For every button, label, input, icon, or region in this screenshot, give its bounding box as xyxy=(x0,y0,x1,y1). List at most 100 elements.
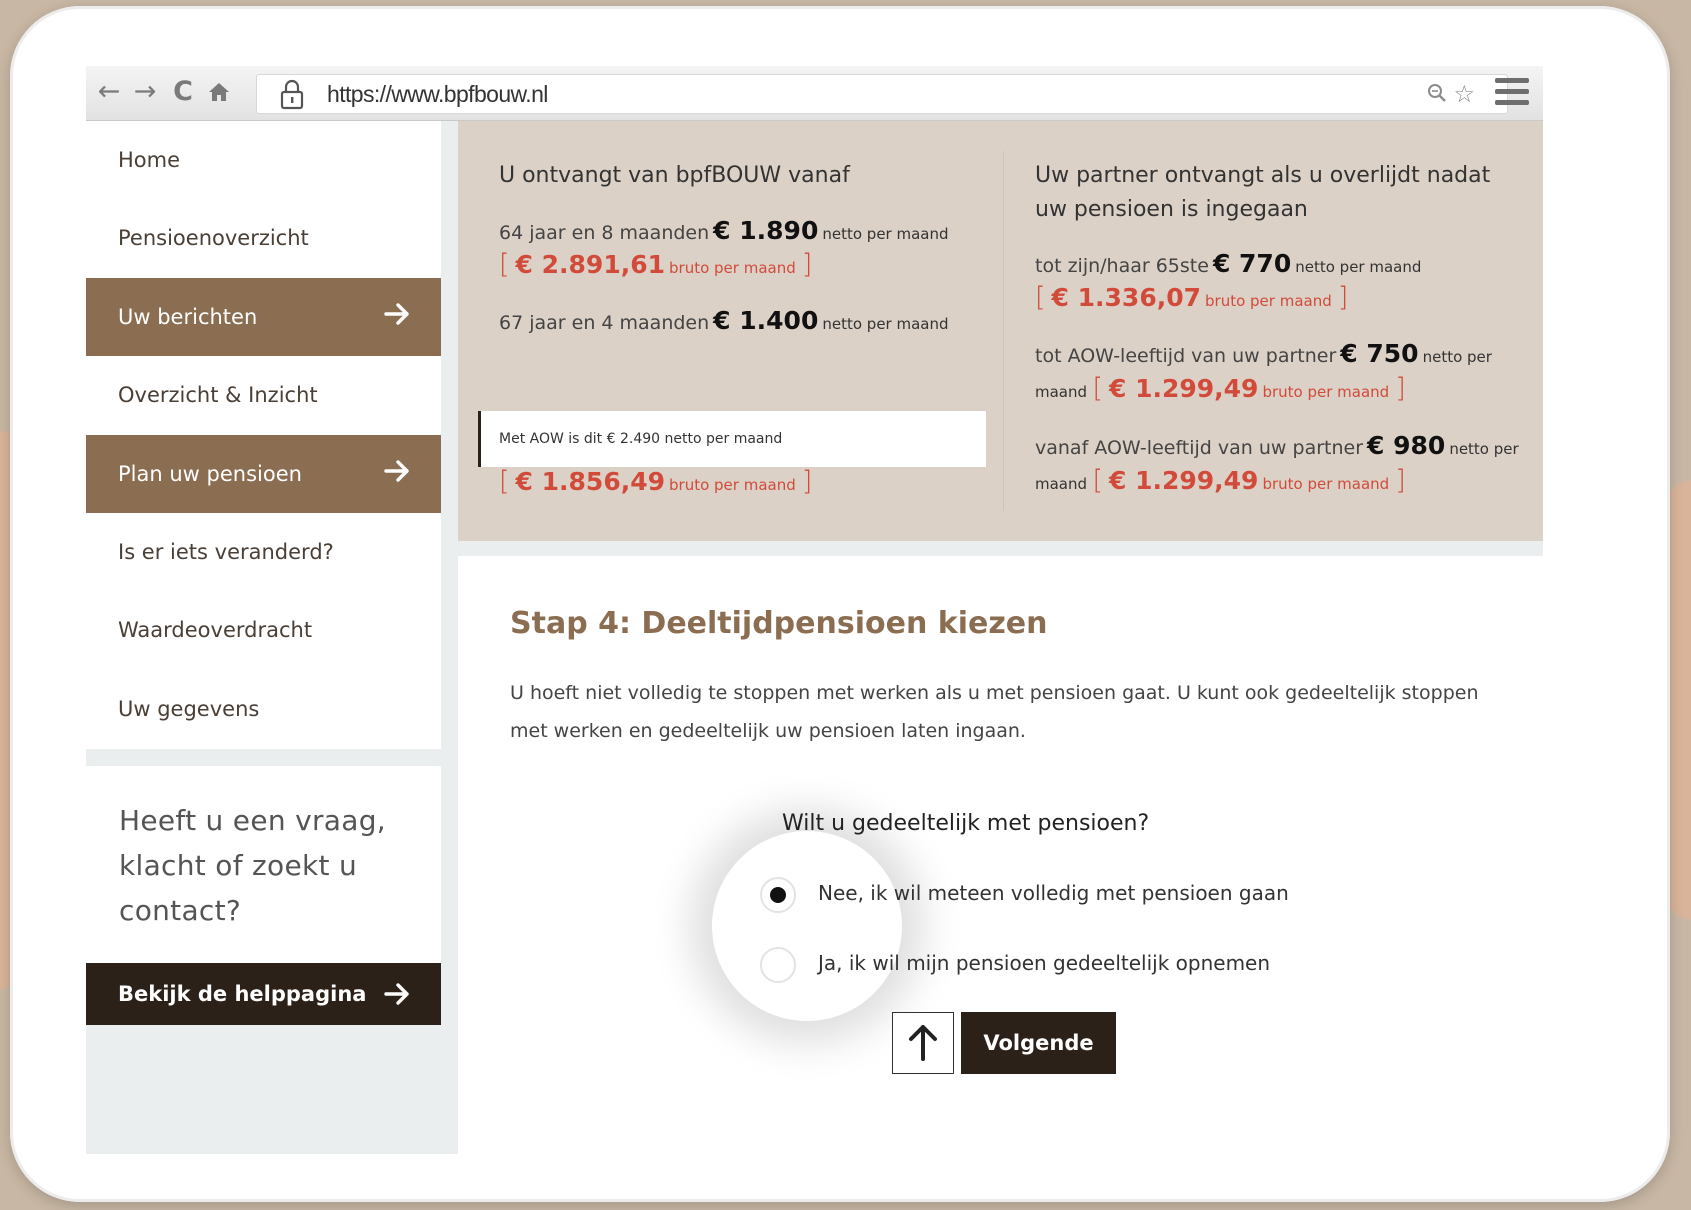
sidebar-item-label: Plan uw pensioen xyxy=(118,462,302,486)
partner-period: tot zijn/haar 65ste xyxy=(1035,255,1209,277)
sidebar-item-label: Is er iets veranderd? xyxy=(118,540,334,564)
column-divider xyxy=(1003,151,1004,511)
sidebar-item-overzicht-inzicht[interactable]: Overzicht & Inzicht xyxy=(86,356,441,434)
arrow-right-icon xyxy=(384,983,409,1005)
bruto-row-1: [€ 2.891,61 bruto per maand] xyxy=(499,249,812,280)
browser-toolbar: ← → C https://www.bpfbouw.nl ☆ xyxy=(86,66,1543,121)
bracket-open: [ xyxy=(1092,373,1103,404)
tablet-frame: ← → C https://www.bpfbouw.nl ☆ Home Pens… xyxy=(10,6,1670,1202)
aow-note: Met AOW is dit € 2.490 netto per maand xyxy=(499,431,783,447)
bruto-amount: € 1.299,49 xyxy=(1108,466,1259,495)
bruto-suffix: bruto per maand xyxy=(1262,475,1390,493)
netto-suffix: netto per maand xyxy=(1295,258,1422,276)
aow-note-box: Met AOW is dit € 2.490 netto per maand xyxy=(478,411,986,467)
bruto-amount: € 1.856,49 xyxy=(515,467,666,496)
partner-bruto-row-1: [€ 1.336,07 bruto per maand] xyxy=(1035,282,1348,313)
payout-row-2: 67 jaar en 4 maanden € 1.400 netto per maa… xyxy=(499,306,949,335)
bracket-open: [ xyxy=(1035,282,1046,313)
bruto-row-2: [€ 1.856,49 bruto per maand] xyxy=(499,466,812,497)
bracket-close: ] xyxy=(801,466,813,497)
bruto-suffix: bruto per maand xyxy=(1262,383,1390,401)
bracket-close: ] xyxy=(1337,282,1349,313)
step-description: U hoeft niet volledig te stoppen met wer… xyxy=(510,682,1479,742)
partner-row-2: tot AOW-leeftijd van uw partner € 750 nett… xyxy=(1035,339,1492,368)
sidebar-item-label: Uw berichten xyxy=(118,305,258,329)
address-bar[interactable]: https://www.bpfbouw.nl ☆ xyxy=(256,74,1508,114)
lock-icon xyxy=(280,79,304,110)
payout-row-1: 64 jaar en 8 maanden € 1.890 netto per maa… xyxy=(499,216,949,245)
sidebar-item-uw-berichten[interactable]: Uw berichten xyxy=(86,278,441,356)
arrow-right-icon xyxy=(384,460,409,482)
back-arrow-icon[interactable]: ← xyxy=(92,76,126,108)
payout-age: 64 jaar en 8 maanden xyxy=(499,222,710,244)
netto-suffix-cont: maand xyxy=(1035,383,1088,401)
help-page-button[interactable]: Bekijk de helppagina xyxy=(86,963,441,1025)
radio-option-nee[interactable] xyxy=(760,877,796,913)
bruto-suffix: bruto per maand xyxy=(669,476,796,494)
partner-bruto-row-2: maand [€ 1.299,49 bruto per maand] xyxy=(1035,373,1406,404)
back-up-button[interactable] xyxy=(892,1012,954,1074)
radio-spotlight xyxy=(712,831,902,1021)
pension-summary-panel: U ontvangt van bpfBOUW vanaf 64 jaar en … xyxy=(458,121,1543,541)
bracket-close: ] xyxy=(1395,465,1406,496)
sidebar-item-is-er-iets-veranderd[interactable]: Is er iets veranderd? xyxy=(86,513,441,591)
arrow-up-icon xyxy=(909,1025,937,1061)
bookmark-star-icon[interactable]: ☆ xyxy=(1453,80,1475,108)
question-label: Wilt u gedeeltelijk met pensioen? xyxy=(782,811,1150,836)
netto-suffix: netto per xyxy=(1422,348,1492,366)
reload-icon[interactable]: C xyxy=(166,76,200,108)
bruto-amount: € 1.299,49 xyxy=(1108,374,1259,403)
netto-amount: € 750 xyxy=(1340,339,1419,368)
home-icon[interactable] xyxy=(202,76,236,108)
bracket-open: [ xyxy=(499,466,510,497)
bracket-open: [ xyxy=(499,249,510,280)
partner-bruto-row-3: maand [€ 1.299,49 bruto per maand] xyxy=(1035,465,1406,496)
url-text: https://www.bpfbouw.nl xyxy=(327,81,548,107)
partner-period: vanaf AOW-leeftijd van uw partner xyxy=(1035,437,1364,459)
radio-option-ja[interactable] xyxy=(760,947,796,983)
netto-amount: € 1.400 xyxy=(713,306,819,335)
netto-suffix: netto per xyxy=(1449,440,1519,458)
zoom-icon[interactable] xyxy=(1427,83,1447,109)
bruto-amount: € 1.336,07 xyxy=(1051,283,1202,312)
sidebar-item-label: Uw gegevens xyxy=(118,697,260,721)
partner-period: tot AOW-leeftijd van uw partner xyxy=(1035,345,1337,367)
hamburger-menu-icon[interactable] xyxy=(1495,78,1529,106)
netto-suffix: netto per maand xyxy=(822,225,949,243)
radio-label-nee[interactable]: Nee, ik wil meteen volledig met pensioen… xyxy=(818,881,1289,905)
browser-screen: ← → C https://www.bpfbouw.nl ☆ Home Pens… xyxy=(86,66,1543,1154)
forward-arrow-icon[interactable]: → xyxy=(128,76,162,108)
bracket-close: ] xyxy=(801,249,813,280)
sidebar-item-plan-uw-pensioen[interactable]: Plan uw pensioen xyxy=(86,435,441,513)
bruto-suffix: bruto per maand xyxy=(669,259,796,277)
arrow-right-icon xyxy=(384,303,409,325)
summary-right-title: Uw partner ontvangt als u overlijdt nada… xyxy=(1035,163,1491,222)
help-text: Heeft u een vraag, klacht of zoekt u con… xyxy=(119,804,386,927)
sidebar-item-label: Overzicht & Inzicht xyxy=(118,383,318,407)
radio-label-ja[interactable]: Ja, ik wil mijn pensioen gedeeltelijk op… xyxy=(818,951,1270,975)
bruto-suffix: bruto per maand xyxy=(1205,292,1332,310)
step-title: Stap 4: Deeltijdpensioen kiezen xyxy=(510,606,1048,641)
step-card: Stap 4: Deeltijdpensioen kiezen U hoeft … xyxy=(458,556,1543,1154)
sidebar-item-uw-gegevens[interactable]: Uw gegevens xyxy=(86,670,441,748)
partner-row-1: tot zijn/haar 65ste € 770 netto per maand xyxy=(1035,249,1421,278)
payout-age: 67 jaar en 4 maanden xyxy=(499,312,710,334)
sidebar-item-label: Home xyxy=(118,148,181,172)
next-button[interactable]: Volgende xyxy=(961,1012,1116,1074)
bracket-close: ] xyxy=(1395,373,1406,404)
sidebar-item-label: Pensioenoverzicht xyxy=(118,226,309,250)
help-button-label: Bekijk de helppagina xyxy=(118,982,367,1006)
help-card: Heeft u een vraag, klacht of zoekt u con… xyxy=(86,766,441,964)
sidebar-item-label: Waardeoverdracht xyxy=(118,618,313,642)
netto-suffix-cont: maand xyxy=(1035,475,1088,493)
sidebar-item-pensioenoverzicht[interactable]: Pensioenoverzicht xyxy=(86,199,441,277)
netto-amount: € 980 xyxy=(1367,431,1446,460)
netto-amount: € 770 xyxy=(1212,249,1292,278)
bracket-open: [ xyxy=(1092,465,1103,496)
bruto-amount: € 2.891,61 xyxy=(515,250,666,279)
sidebar-nav: Home Pensioenoverzicht Uw berichten Over… xyxy=(86,121,441,749)
summary-left-title: U ontvangt van bpfBOUW vanaf xyxy=(499,163,850,188)
netto-amount: € 1.890 xyxy=(713,216,819,245)
sidebar-item-home[interactable]: Home xyxy=(86,121,441,199)
sidebar-item-waardeoverdracht[interactable]: Waardeoverdracht xyxy=(86,591,441,669)
